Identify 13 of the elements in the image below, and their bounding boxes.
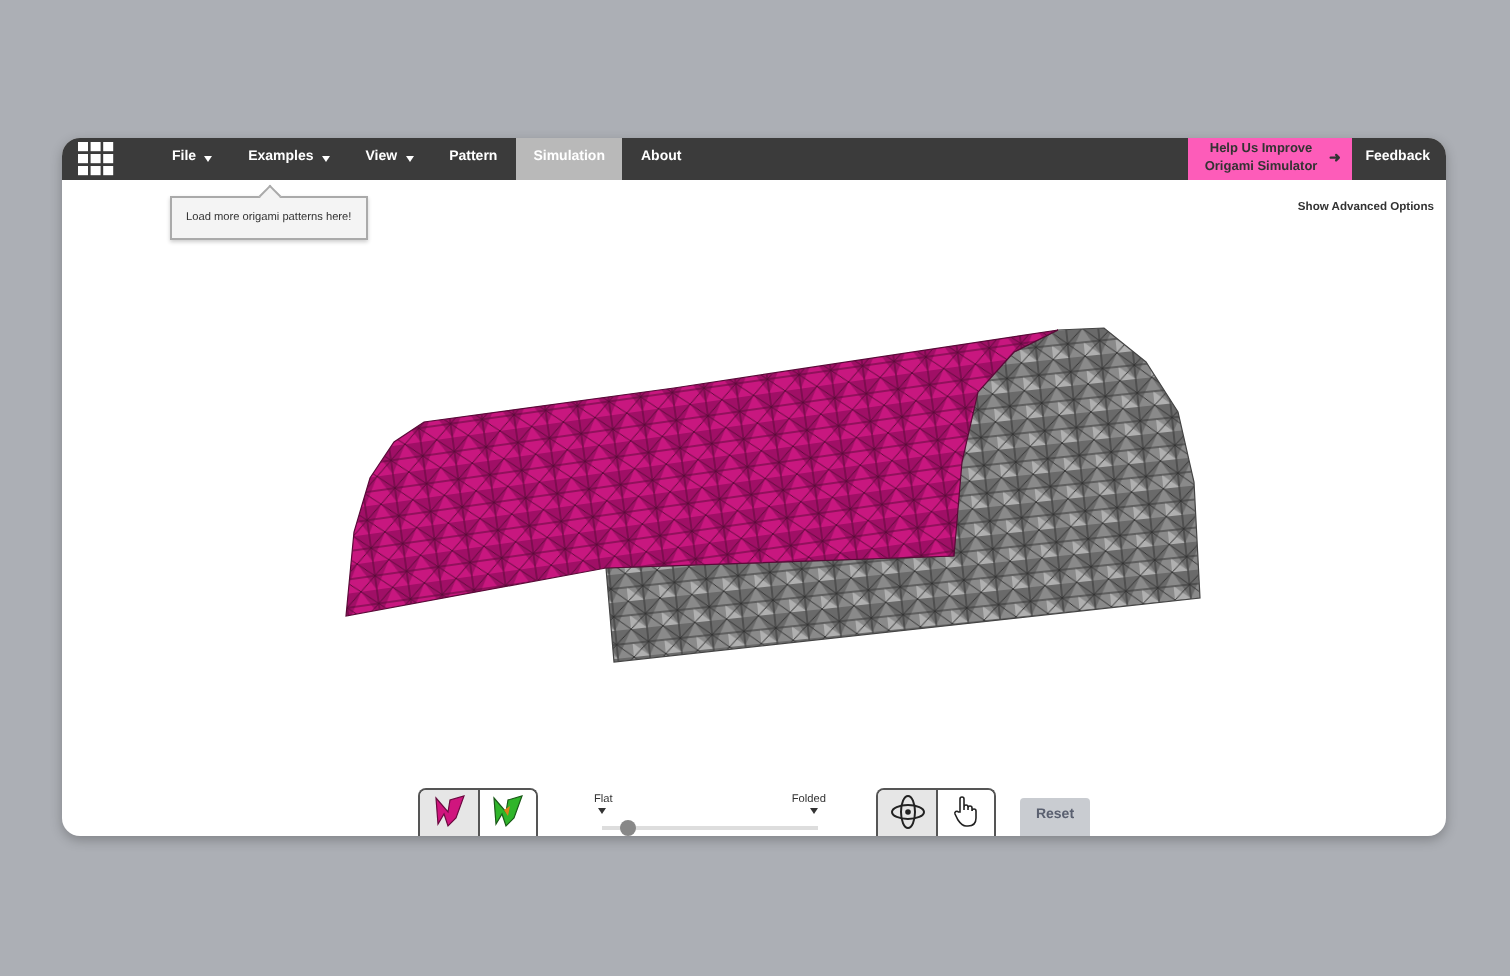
material-view-button[interactable]	[420, 790, 478, 836]
grid-icon[interactable]	[78, 142, 114, 176]
origami-model-drawing[interactable]	[345, 326, 1201, 663]
marker-icon	[810, 808, 818, 814]
rotate-icon	[889, 794, 925, 830]
strain-view-button[interactable]	[478, 790, 536, 836]
rotate-tool-button[interactable]	[878, 790, 936, 836]
hand-icon	[952, 794, 980, 828]
strain-shape-icon	[490, 794, 526, 828]
grab-tool-button[interactable]	[936, 790, 994, 836]
material-shape-icon	[431, 794, 467, 828]
slider-thumb[interactable]	[619, 820, 636, 836]
marker-icon	[598, 808, 606, 814]
